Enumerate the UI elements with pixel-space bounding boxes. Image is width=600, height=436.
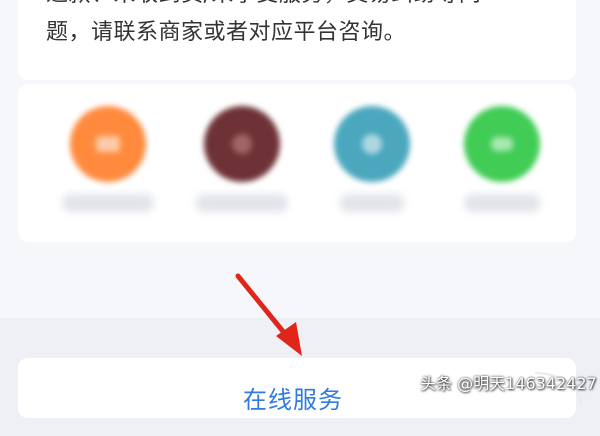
service-options-card [18, 84, 576, 242]
red-arrow-icon [235, 273, 302, 356]
teal-service-icon [334, 106, 410, 182]
online-service-button[interactable]: 在线服务 [243, 380, 343, 415]
service-label-blurred [196, 194, 288, 212]
orange-service-icon [70, 106, 146, 182]
notice-line-1: 退款、未收到货/未享受服务，交易纠纷等问 [46, 0, 481, 8]
service-option-maroon[interactable] [188, 106, 298, 226]
notice-card: 退款、未收到货/未享受服务，交易纠纷等问 题，请联系商家或者对应平台咨询。 [18, 0, 576, 80]
watermark-text: 头条 @明天146342427 [420, 374, 597, 393]
maroon-service-icon [204, 106, 280, 182]
notice-line-2: 题，请联系商家或者对应平台咨询。 [46, 20, 407, 45]
service-option-green[interactable] [448, 106, 558, 226]
service-label-blurred [464, 194, 540, 212]
service-option-orange[interactable] [54, 106, 164, 226]
green-service-icon [464, 106, 540, 182]
service-option-teal[interactable] [318, 106, 428, 226]
service-label-blurred [340, 194, 404, 212]
service-label-blurred [62, 194, 154, 212]
